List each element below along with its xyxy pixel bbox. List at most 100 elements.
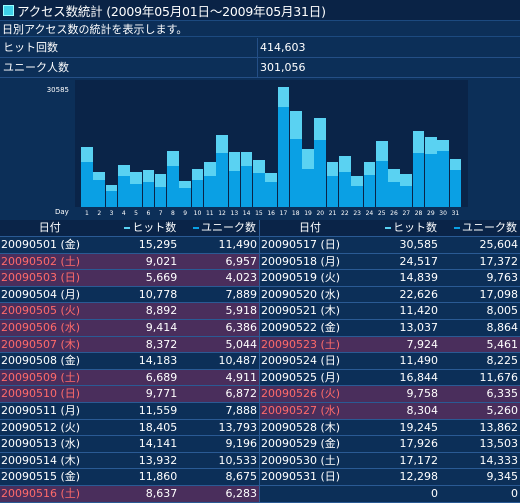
row-unique: 8,675 xyxy=(225,470,257,484)
row-hit: 9,414 xyxy=(145,320,178,334)
row-unique: 8,864 xyxy=(486,320,519,334)
table-row-left: 20090510 (日) 9,771 6,872 xyxy=(0,386,260,402)
row-hit: 0 xyxy=(431,486,438,500)
row-date: 20090524 (日) xyxy=(261,354,341,368)
row-date: 20090526 (火) xyxy=(261,387,341,401)
chart-bar-unique xyxy=(167,165,179,207)
row-date: 20090520 (水) xyxy=(261,287,341,301)
chart-bar-unique xyxy=(375,161,388,207)
table-row-left: 20090515 (金) 11,860 8,675 xyxy=(0,469,260,485)
table-row-left: 20090511 (月) 11,559 7,888 xyxy=(0,402,260,419)
table-row-left: 20090514 (木) 13,932 10,533 xyxy=(0,452,260,469)
table-row-right: 20090527 (水) 8,304 5,260 xyxy=(260,402,520,419)
table-row-right: 20090525 (月) 16,844 11,676 xyxy=(260,369,520,386)
chart-bar-unique xyxy=(253,172,265,207)
row-date: 20090515 (金) xyxy=(1,470,81,484)
table-row-left: 20090503 (日) 5,669 4,023 xyxy=(0,270,260,286)
table-row-right: 20090526 (火) 9,758 6,335 xyxy=(260,386,520,402)
row-hit: 11,860 xyxy=(138,470,178,484)
row-date: 20090513 (水) xyxy=(1,437,81,451)
table-row: 20090507 (木) 8,372 5,044 20090523 (土) 7,924 5… xyxy=(0,336,520,354)
chart-bar-unique xyxy=(142,181,155,207)
chart-bar-unique xyxy=(191,180,204,207)
chart-bar-unique xyxy=(449,170,462,207)
table-row-right: 20090528 (木) 19,245 13,862 xyxy=(260,419,520,436)
table-row-right: 20090531 (日) 12,298 9,345 xyxy=(260,469,520,485)
chart-bar-unique xyxy=(154,187,167,207)
header-unique: ユニーク数 xyxy=(440,220,520,236)
table-row: 20090512 (火) 18,405 13,793 20090528 (木) 19,2… xyxy=(0,419,520,437)
chart-plot-area xyxy=(75,80,468,207)
table-row-left: 20090509 (土) 6,689 4,911 xyxy=(0,369,260,386)
row-date: 20090509 (土) xyxy=(1,370,81,384)
chart-x-tick-label: 24 xyxy=(365,210,374,217)
row-unique: 6,335 xyxy=(486,387,519,401)
chart-x-tick-label: 27 xyxy=(402,210,411,217)
chart-x-tick-label: 3 xyxy=(109,210,114,217)
row-date: 20090525 (月) xyxy=(261,370,341,384)
stat-label-hits: ヒット回数 xyxy=(0,38,258,57)
row-hit: 17,926 xyxy=(399,437,439,451)
chart-bar-unique xyxy=(277,106,290,207)
chart-bar-unique xyxy=(339,172,351,207)
row-hit: 8,892 xyxy=(145,304,178,318)
chart-x-tick-label: 8 xyxy=(171,210,175,217)
table-row-left: 20090516 (土) 8,637 6,283 xyxy=(0,485,260,502)
row-hit: 13,037 xyxy=(399,320,439,334)
row-date: 20090501 (金) xyxy=(1,238,81,251)
row-hit: 7,924 xyxy=(406,337,439,351)
chart-x-tick-label: 15 xyxy=(255,210,263,217)
chart-bar-unique xyxy=(425,154,437,207)
title-square-icon xyxy=(3,4,14,16)
table-row: 20090502 (土) 9,021 6,957 20090518 (月) 24,517… xyxy=(0,253,520,271)
row-unique: 6,872 xyxy=(225,387,257,401)
row-date xyxy=(260,486,360,502)
chart-bar-unique xyxy=(179,187,192,207)
row-unique: 17,372 xyxy=(479,254,519,268)
header-date: 日付 xyxy=(38,221,61,234)
row-hit: 8,372 xyxy=(145,337,178,351)
row-date: 20090517 (日) xyxy=(261,238,341,251)
chart-x-tick-label: 25 xyxy=(377,210,386,217)
chart-x-tick-label: 20 xyxy=(316,210,325,217)
chart-x-tick-label: 21 xyxy=(328,210,337,217)
row-date: 20090528 (木) xyxy=(261,420,341,434)
chart-x-tick-label: 5 xyxy=(134,210,138,217)
chart-x-tick-label: 1 xyxy=(85,210,89,217)
table-row-left: 20090507 (木) 8,372 5,044 xyxy=(0,336,260,353)
chart-x-tick-label: 22 xyxy=(341,210,349,217)
row-hit: 19,245 xyxy=(399,420,439,434)
table-row: 20090510 (日) 9,771 6,872 20090526 (火) 9,758 6… xyxy=(0,386,520,403)
unique-legend-icon xyxy=(193,227,200,229)
table-row-left: 20090506 (水) 9,414 6,386 xyxy=(0,319,260,336)
table-row: 20090511 (月) 11,559 7,888 20090527 (水) 8,304… xyxy=(0,402,520,420)
table-row-right: 20090530 (土) 17,172 14,333 xyxy=(260,452,520,469)
row-hit: 8,637 xyxy=(145,486,178,500)
chart-bar-unique xyxy=(388,182,400,207)
chart-bar-unique xyxy=(265,182,278,207)
row-unique: 13,862 xyxy=(479,420,519,434)
table-row-right: 20090524 (日) 11,490 8,225 xyxy=(260,353,520,369)
row-unique: 5,260 xyxy=(486,403,519,417)
row-unique: 10,533 xyxy=(218,453,257,467)
row-hit: 18,405 xyxy=(138,420,178,434)
chart-x-tick-label: 11 xyxy=(205,210,214,217)
table-row: 20090513 (水) 14,141 9,196 20090529 (金) 17,92… xyxy=(0,436,520,453)
row-hit: 10,778 xyxy=(138,287,178,301)
title-bar: アクセス数統計 (2009年05月01日〜2009年05月31日) xyxy=(0,0,520,20)
row-unique: 9,345 xyxy=(486,470,519,484)
row-hit: 6,689 xyxy=(145,370,178,384)
row-date: 20090527 (水) xyxy=(261,403,341,417)
row-hit: 11,559 xyxy=(138,403,178,417)
row-unique: 6,957 xyxy=(225,254,257,268)
chart-bar-unique xyxy=(400,186,413,207)
row-unique: 0 xyxy=(511,486,518,500)
table-row-right: 20090518 (月) 24,517 17,372 xyxy=(260,253,520,270)
row-hit: 12,298 xyxy=(399,470,439,484)
chart-bar-unique xyxy=(351,185,363,207)
chart-x-tick-label: 28 xyxy=(414,210,423,217)
header-date: 日付 xyxy=(299,221,321,234)
row-date: 20090518 (月) xyxy=(261,254,341,268)
row-unique: 14,333 xyxy=(479,453,519,467)
row-date: 20090531 (日) xyxy=(261,470,341,484)
